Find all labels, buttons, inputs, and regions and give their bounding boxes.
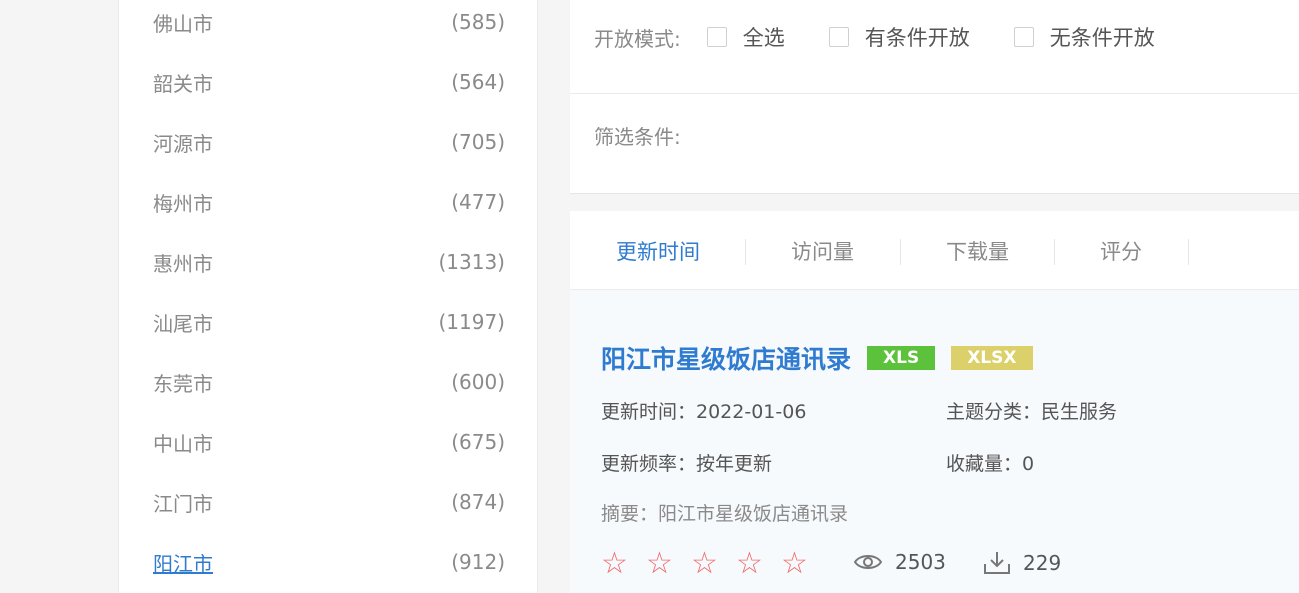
results-panel: 更新时间 访问量 下载量 评分 阳江市星级饭店通讯录 XLS XLSX 更新时间… — [570, 211, 1299, 593]
star-icon[interactable]: ☆ — [691, 547, 736, 581]
checkbox-label: 无条件开放 — [1049, 26, 1155, 50]
city-count: (600) — [451, 370, 505, 394]
downloads-stat: 229 — [983, 550, 1061, 576]
dataset-summary: 摘要：阳江市星级饭店通讯录 — [601, 503, 849, 525]
city-count: (477) — [451, 190, 505, 214]
city-item-meizhou[interactable]: 梅州市 (477) — [119, 172, 539, 232]
city-count: (705) — [451, 130, 505, 154]
sort-tab-visits[interactable]: 访问量 — [791, 211, 854, 290]
format-badge-xls[interactable]: XLS — [867, 346, 936, 370]
unconditional-open-checkbox[interactable]: 无条件开放 — [1013, 22, 1155, 52]
city-count: (1197) — [438, 310, 505, 334]
city-item-shanwei[interactable]: 汕尾市 (1197) — [119, 292, 539, 352]
city-item-heyuan[interactable]: 河源市 (705) — [119, 112, 539, 172]
rating-stars[interactable]: ☆ ☆ ☆ ☆ ☆ — [601, 547, 826, 581]
checkbox-box[interactable] — [1013, 27, 1034, 47]
city-name: 梅州市 — [153, 191, 213, 216]
checkbox-box[interactable] — [706, 27, 727, 47]
city-name[interactable]: 阳江市 — [153, 548, 213, 577]
star-icon[interactable]: ☆ — [601, 547, 646, 581]
checkbox-box[interactable] — [828, 27, 849, 47]
filter-panel: 开放模式: 全选 有条件开放 无条件开放 筛选条件: — [570, 0, 1299, 194]
filter-conditions-label: 筛选条件: — [594, 125, 681, 149]
city-count: (585) — [451, 10, 505, 34]
checkbox-label: 有条件开放 — [864, 26, 970, 50]
sort-tab-downloads[interactable]: 下载量 — [946, 211, 1009, 290]
views-stat: 2503 — [853, 550, 946, 574]
open-mode-label: 开放模式: — [594, 26, 681, 51]
divider — [570, 93, 1299, 94]
city-name: 韶关市 — [153, 71, 213, 96]
divider — [745, 239, 746, 265]
divider — [1054, 239, 1055, 265]
conditional-open-checkbox[interactable]: 有条件开放 — [828, 22, 970, 52]
divider — [900, 239, 901, 265]
city-name: 汕尾市 — [153, 311, 213, 336]
download-icon — [984, 552, 1010, 574]
views-count: 2503 — [895, 550, 946, 574]
city-item-dongguan[interactable]: 东莞市 (600) — [119, 352, 539, 412]
checkbox-label: 全选 — [742, 26, 785, 50]
divider — [1188, 239, 1189, 265]
city-item-jiangmen[interactable]: 江门市 (874) — [119, 472, 539, 532]
city-count: (1313) — [438, 250, 505, 274]
city-name: 江门市 — [153, 491, 213, 516]
favorites-count: 收藏量：0 — [946, 453, 1035, 475]
city-item-shaoguan[interactable]: 韶关市 (564) — [119, 52, 539, 112]
city-item-yangjiang[interactable]: 阳江市 (912) — [119, 532, 539, 592]
sort-bar: 更新时间 访问量 下载量 评分 — [570, 211, 1299, 290]
city-name: 中山市 — [153, 431, 213, 456]
city-name: 东莞市 — [153, 371, 213, 396]
format-badge-xlsx[interactable]: XLSX — [951, 346, 1033, 370]
city-sidebar: 佛山市 (585) 韶关市 (564) 河源市 (705) 梅州市 (477) … — [118, 0, 538, 593]
star-icon[interactable]: ☆ — [736, 547, 781, 581]
update-time: 更新时间：2022-01-06 — [601, 401, 807, 423]
open-mode-filter: 开放模式: 全选 有条件开放 无条件开放 — [594, 20, 1199, 54]
sort-tab-update-time[interactable]: 更新时间 — [616, 211, 700, 290]
category: 主题分类：民生服务 — [946, 401, 1118, 423]
city-item-zhongshan[interactable]: 中山市 (675) — [119, 412, 539, 472]
dataset-card: 阳江市星级饭店通讯录 XLS XLSX 更新时间：2022-01-06 主题分类… — [570, 290, 1299, 593]
city-count: (912) — [451, 550, 505, 574]
update-frequency: 更新频率：按年更新 — [601, 453, 773, 475]
star-icon[interactable]: ☆ — [646, 547, 691, 581]
dataset-title-row: 阳江市星级饭店通讯录 XLS XLSX — [601, 340, 1033, 376]
eye-icon — [853, 555, 883, 569]
city-name: 河源市 — [153, 131, 213, 156]
star-icon[interactable]: ☆ — [781, 547, 826, 581]
city-count: (874) — [451, 490, 505, 514]
sort-tab-rating[interactable]: 评分 — [1100, 211, 1142, 290]
page: 佛山市 (585) 韶关市 (564) 河源市 (705) 梅州市 (477) … — [0, 0, 1299, 593]
city-item-huizhou[interactable]: 惠州市 (1313) — [119, 232, 539, 292]
downloads-count: 229 — [1023, 551, 1062, 575]
city-name: 佛山市 — [153, 11, 213, 36]
city-name: 惠州市 — [153, 251, 213, 276]
city-count: (675) — [451, 430, 505, 454]
dataset-title[interactable]: 阳江市星级饭店通讯录 — [601, 340, 851, 376]
city-count: (564) — [451, 70, 505, 94]
city-item-foshan[interactable]: 佛山市 (585) — [119, 0, 539, 52]
select-all-checkbox[interactable]: 全选 — [706, 22, 785, 52]
